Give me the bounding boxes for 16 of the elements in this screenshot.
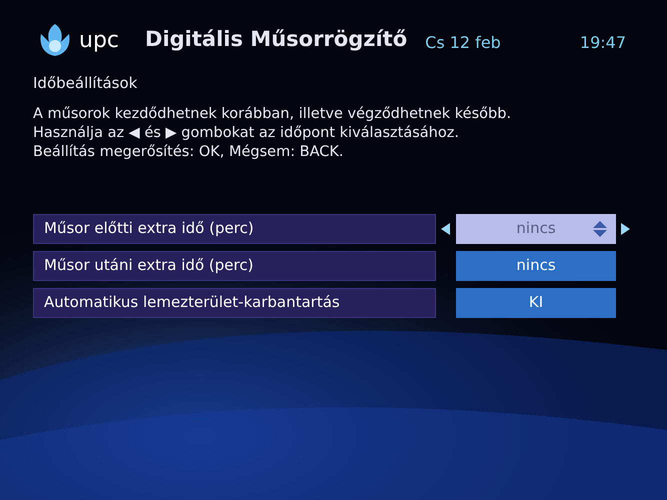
right-arrow-icon[interactable] [620,222,630,234]
window-title: Digitális Műsorrögzítő [145,26,408,54]
up-down-icon [592,220,608,238]
left-arrow-icon[interactable] [441,222,450,234]
description-text: Használja az ◀ és ▶ gombokat az időpont kiválasztásához. [33,124,460,142]
setting-label[interactable]: Automatikus lemezterület-karbantartás [33,288,436,318]
brand-name: upc [79,26,120,54]
description-text: Beállítás megerősítés: OK, Mégsem: BACK. [33,142,345,162]
value-selector[interactable]: KI [456,288,616,318]
setting-label[interactable]: Műsor utáni extra idő (perc) [33,250,436,280]
value-selector[interactable]: nincs [456,250,616,280]
time-label: 19:47 [580,32,626,54]
setting-label[interactable]: Műsor előtti extra idő (perc) [33,214,436,244]
section-title: Időbeállítások [33,73,138,94]
date-label: Cs 12 feb [425,32,501,54]
description-text: A műsorok kezdődhetnek korábban, illetve végződhetnek később. [33,104,512,124]
